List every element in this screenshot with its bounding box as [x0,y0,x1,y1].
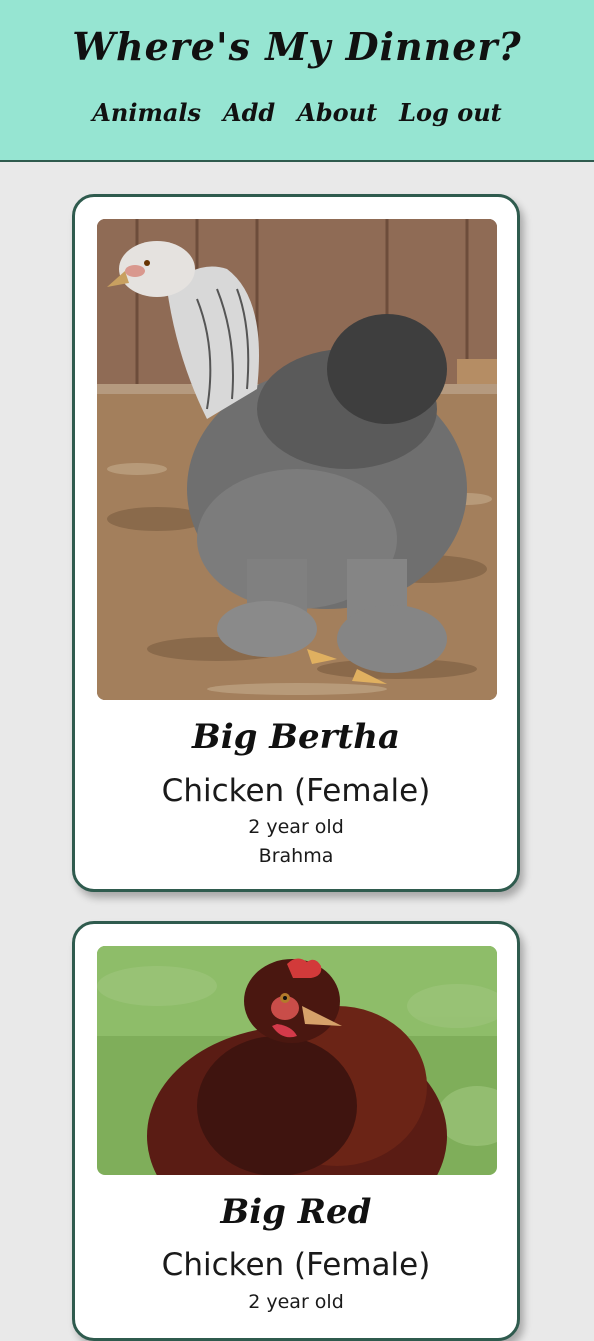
nav-logout-link[interactable]: Log out [399,98,502,128]
animal-name: Big Red [220,1192,372,1232]
animal-age: 2 year old [248,1291,344,1313]
main-nav: Animals Add About Log out [0,98,594,128]
animal-photo [97,946,497,1175]
red-chicken-image [97,946,497,1175]
nav-animals-link[interactable]: Animals [92,98,201,128]
brahma-chicken-image [97,219,497,700]
site-header: Where's My Dinner? Animals Add About Log… [0,0,594,162]
animal-breed: Brahma [258,845,334,867]
animal-card[interactable]: Big Bertha Chicken (Female) 2 year old B… [72,194,520,892]
animal-age: 2 year old [248,816,344,838]
animal-species: Chicken (Female) [161,1247,431,1283]
nav-add-link[interactable]: Add [223,98,275,128]
site-title: Where's My Dinner? [72,24,522,69]
animal-name: Big Bertha [191,717,400,757]
nav-about-link[interactable]: About [297,98,377,128]
animal-species: Chicken (Female) [161,773,431,809]
animal-photo [97,219,497,700]
animal-card[interactable]: Big Red Chicken (Female) 2 year old [72,921,520,1341]
